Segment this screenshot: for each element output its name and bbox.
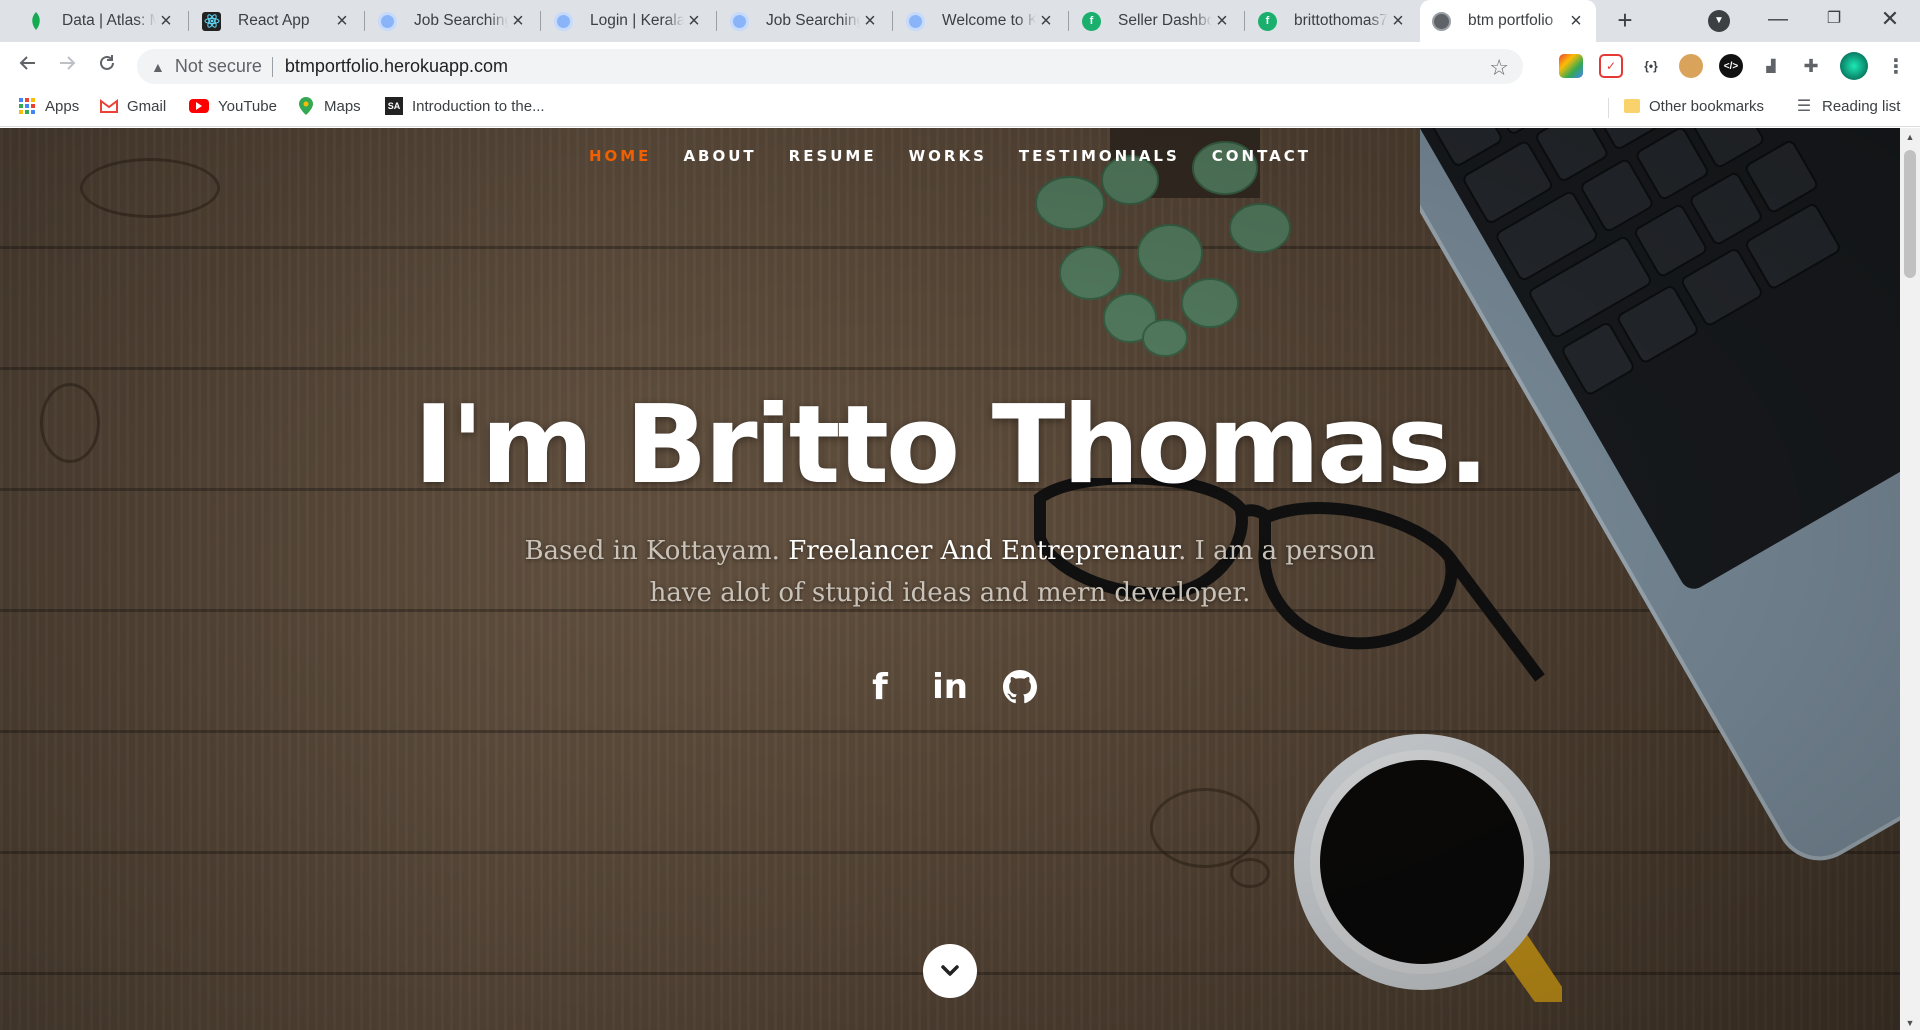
leaf-icon (26, 12, 45, 31)
other-bookmarks[interactable]: Other bookmarks (1624, 89, 1764, 123)
nav-home[interactable]: HOME (573, 147, 667, 165)
address-bar[interactable]: ▲ Not secure btmportfolio.herokuapp.com … (137, 49, 1523, 84)
hero-headline: I'm Britto Thomas. (413, 383, 1490, 508)
close-window-button[interactable]: ✕ (1862, 0, 1918, 40)
code-icon[interactable]: </> (1719, 54, 1743, 78)
scrollbar-thumb[interactable] (1904, 150, 1916, 278)
json-viewer-icon[interactable]: {•} (1639, 54, 1663, 78)
cookie-icon[interactable] (1679, 54, 1703, 78)
globe-icon (730, 11, 749, 31)
hero-intro: Based in Kottayam. Freelancer And Entrep… (524, 536, 1376, 608)
forward-button[interactable] (51, 50, 83, 82)
globe-icon (1432, 11, 1451, 31)
close-tab-icon[interactable]: × (332, 11, 352, 31)
nav-testimonials[interactable]: TESTIMONIALS (1003, 147, 1196, 165)
bookmark-introduction[interactable]: SA Introduction to the... (385, 89, 545, 123)
browser-tab[interactable]: Data | Atlas: M × (14, 0, 186, 42)
puzzle-icon[interactable]: ✚ (1799, 54, 1823, 78)
browser-tab[interactable]: Job Searching × (718, 0, 890, 42)
tab-strip: Data | Atlas: M × React App × Job Search… (0, 0, 1920, 42)
globe-icon (378, 11, 397, 31)
close-tab-icon[interactable]: × (156, 11, 176, 31)
freshworks-icon: f (1082, 11, 1101, 31)
bookmark-star-icon[interactable]: ☆ (1489, 55, 1509, 81)
gmail-icon (100, 97, 118, 115)
page-scrollbar[interactable]: ▲ ▼ (1900, 128, 1920, 1030)
close-tab-icon[interactable]: × (1388, 11, 1408, 31)
pocket-icon[interactable]: ✓ (1599, 54, 1623, 78)
close-tab-icon[interactable]: × (1036, 11, 1056, 31)
close-tab-icon[interactable]: × (508, 11, 528, 31)
nav-works[interactable]: WORKS (893, 147, 1003, 165)
bookmark-maps[interactable]: Maps (297, 89, 361, 123)
restore-button[interactable]: ❐ (1806, 0, 1862, 40)
social-links: f in (0, 663, 1900, 711)
tab-search-icon[interactable]: ▼ (1708, 10, 1730, 32)
warning-icon[interactable]: ▲ (151, 59, 165, 75)
minimize-button[interactable]: — (1750, 0, 1806, 40)
extension-icon[interactable] (1559, 54, 1583, 78)
bookmark-youtube[interactable]: YouTube (189, 89, 277, 123)
scroll-up-arrow[interactable]: ▲ (1900, 132, 1920, 142)
security-label[interactable]: Not secure (175, 56, 262, 77)
menu-icon[interactable]: ⋮ (1884, 54, 1908, 78)
browser-tab[interactable]: Welcome to K × (894, 0, 1066, 42)
chart-extension-icon[interactable]: ▟ (1759, 54, 1783, 78)
close-tab-icon[interactable]: × (1212, 11, 1232, 31)
github-icon[interactable] (998, 663, 1042, 711)
browser-toolbar: ▲ Not secure btmportfolio.herokuapp.com … (0, 42, 1920, 89)
scroll-down-button[interactable] (923, 944, 977, 998)
folder-icon (1624, 99, 1640, 113)
url-text[interactable]: btmportfolio.herokuapp.com (285, 56, 508, 77)
youtube-icon (189, 99, 209, 113)
sa-icon: SA (385, 97, 403, 115)
chevron-down-icon (941, 965, 959, 976)
freshworks-icon: f (1258, 11, 1277, 31)
scroll-down-arrow[interactable]: ▼ (1900, 1018, 1920, 1028)
close-tab-icon[interactable]: × (1566, 11, 1586, 31)
close-tab-icon[interactable]: × (860, 11, 880, 31)
browser-tab-active[interactable]: btm portfolio × (1420, 0, 1596, 42)
hero-section: HOME ABOUT RESUME WORKS TESTIMONIALS CON… (0, 128, 1900, 1030)
new-tab-button[interactable]: + (1610, 6, 1640, 36)
globe-icon (554, 11, 573, 31)
back-button[interactable] (12, 50, 44, 82)
browser-tab[interactable]: f brittothomas7 × (1246, 0, 1418, 42)
nav-contact[interactable]: CONTACT (1196, 147, 1327, 165)
apps-grid-icon (18, 97, 36, 115)
reading-list[interactable]: ☰ Reading list (1795, 89, 1901, 123)
browser-tab[interactable]: f Seller Dashbo × (1070, 0, 1242, 42)
bookmarks-bar: Apps Gmail YouTube Maps SA Introduction … (0, 89, 1920, 127)
nav-about[interactable]: ABOUT (667, 147, 772, 165)
profile-avatar[interactable] (1840, 52, 1868, 80)
reading-list-icon: ☰ (1796, 98, 1812, 115)
browser-tab[interactable]: Login | Kerala × (542, 0, 714, 42)
bookmark-apps[interactable]: Apps (18, 89, 79, 123)
browser-tab[interactable]: Job Searching × (366, 0, 538, 42)
main-nav: HOME ABOUT RESUME WORKS TESTIMONIALS CON… (0, 128, 1900, 184)
nav-resume[interactable]: RESUME (773, 147, 893, 165)
reload-button[interactable] (91, 50, 123, 82)
linkedin-icon[interactable]: in (928, 663, 972, 711)
globe-icon (906, 11, 925, 31)
close-tab-icon[interactable]: × (684, 11, 704, 31)
maps-pin-icon (297, 97, 315, 115)
bookmark-gmail[interactable]: Gmail (100, 89, 166, 123)
react-icon (202, 11, 221, 31)
facebook-icon[interactable]: f (858, 663, 902, 711)
browser-tab[interactable]: React App × (190, 0, 362, 42)
